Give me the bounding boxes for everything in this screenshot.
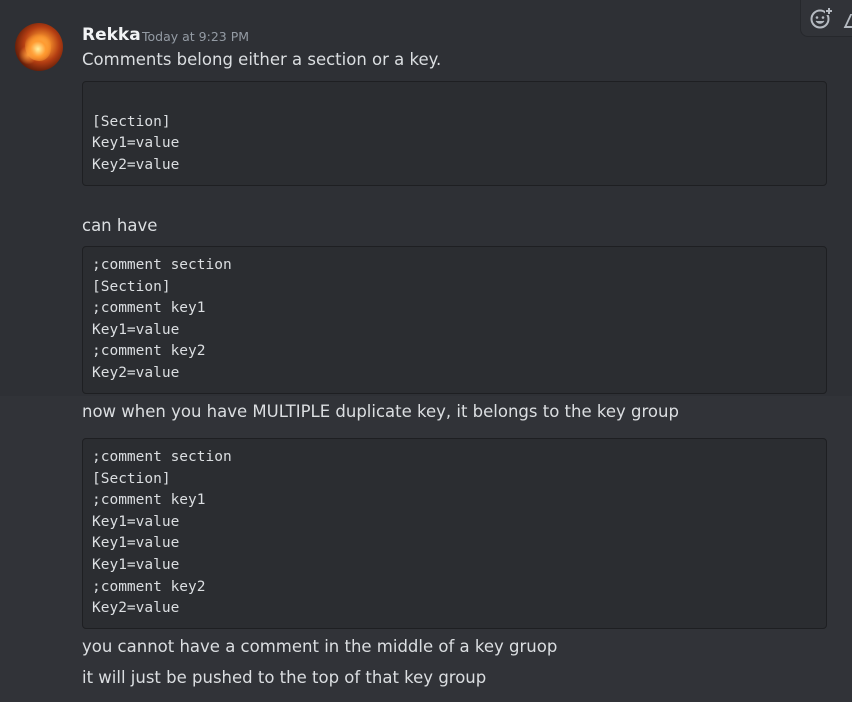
code-line: ;comment key2 [92,343,206,360]
code-line: Key1=value [92,513,180,530]
code-line: Key1=value [92,556,180,573]
code-line: Key2=value [92,364,180,381]
avatar[interactable] [15,23,63,71]
code-line: ;comment key2 [92,578,206,595]
message-text-pushed: it will just be pushed to the top of tha… [82,668,487,687]
message-timestamp[interactable]: Today at 9:23 PM [142,29,249,44]
avatar-flame-glow [19,45,37,65]
message-toolbar [800,0,852,37]
code-line: [Section] [92,113,171,130]
code-line: Key1=value [92,321,180,338]
code-line: Key2=value [92,156,180,173]
code-block-3: ;comment section [Section] ;comment key1… [82,438,827,629]
code-line: ;comment key1 [92,492,206,509]
code-line: [Section] [92,278,171,295]
message-text-cannot: you cannot have a comment in the middle … [82,637,558,656]
code-line: Key2=value [92,600,180,617]
code-line: [Section] [92,470,171,487]
add-reaction-icon[interactable] [809,6,833,30]
message-text-intro: Comments belong either a section or a ke… [82,50,442,69]
code-block-1: [Section] Key1=value Key2=value [82,81,827,186]
code-line: Key1=value [92,135,180,152]
code-line: ;comment section [92,449,232,465]
code-block-2: ;comment section [Section] ;comment key1… [82,246,827,394]
code-line: ;comment section [92,257,232,273]
code-line: ;comment key1 [92,300,206,317]
message-author[interactable]: Rekka [82,25,141,45]
code-line: Key1=value [92,535,180,552]
message-text-multiple: now when you have MULTIPLE duplicate key… [82,402,679,421]
edit-icon[interactable] [843,14,852,28]
message-text-can-have: can have [82,216,158,235]
